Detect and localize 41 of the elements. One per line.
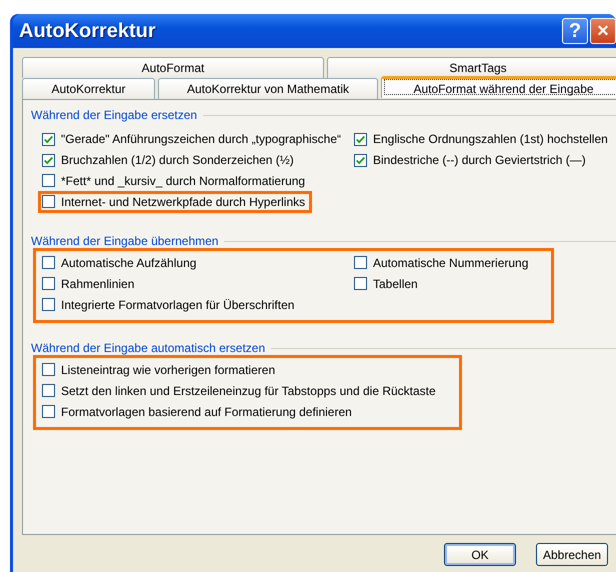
close-button[interactable]: × xyxy=(590,18,616,44)
tab[interactable]: AutoKorrektur xyxy=(22,78,155,99)
checkbox-label: Bindestriche (--) durch Geviertstrich (—) xyxy=(373,153,586,168)
cancel-button[interactable]: Abbrechen xyxy=(536,543,608,566)
group-title: Während der Eingabe ersetzen xyxy=(31,108,198,122)
checkbox[interactable] xyxy=(42,154,55,167)
checkbox-label: Automatische Nummerierung xyxy=(373,256,528,270)
tab[interactable]: AutoFormat während der Eingabe xyxy=(381,76,616,98)
checkbox[interactable] xyxy=(42,405,55,418)
checkbox-label: "Gerade" Anführungszeichen durch „typographische“ xyxy=(61,132,342,146)
checkbox[interactable] xyxy=(354,154,367,167)
checkbox-label: *Fett* und _kursiv_ durch Normalformatierung xyxy=(61,174,306,188)
checkbox-label: Bruchzahlen (1/2) durch Sonderzeichen (½) xyxy=(61,153,294,168)
group-title: Während der Eingabe automatisch ersetzen xyxy=(31,341,266,355)
window-title: AutoKorrektur xyxy=(19,20,156,42)
checkbox-label: Formatvorlagen basierend auf Formatierung definieren xyxy=(61,404,352,419)
checkbox[interactable] xyxy=(42,277,55,290)
tab[interactable]: SmartTags xyxy=(327,57,616,78)
checkbox[interactable] xyxy=(42,132,55,146)
checkbox[interactable] xyxy=(354,132,367,146)
checkbox[interactable] xyxy=(354,277,367,290)
ok-button[interactable]: OK xyxy=(444,543,516,566)
tab[interactable]: AutoFormat xyxy=(22,57,324,78)
checkbox-label: Internet- und Netzwerkpfade durch Hyperlinks xyxy=(61,194,306,209)
checkbox[interactable] xyxy=(42,384,55,398)
checkbox[interactable] xyxy=(354,256,367,270)
checkbox[interactable] xyxy=(42,363,55,376)
checkbox[interactable] xyxy=(42,195,55,208)
checkbox[interactable] xyxy=(42,174,55,188)
checkbox-label: Automatische Aufzählung xyxy=(61,256,196,270)
checkbox-label: Listeneintrag wie vorherigen formatieren xyxy=(61,362,276,377)
tab[interactable]: AutoKorrektur von Mathematik xyxy=(158,78,378,99)
checkbox[interactable] xyxy=(42,298,55,312)
checkbox-label: Englische Ordnungszahlen (1st) hochstellen xyxy=(373,132,608,146)
checkbox-label: Setzt den linken und Erstzeileneinzug für Tabstopps und die Rücktaste xyxy=(61,384,436,398)
help-button[interactable]: ? xyxy=(562,18,588,44)
checkbox-label: Integrierte Formatvorlagen für Überschriften xyxy=(61,298,294,312)
checkbox-label: Tabellen xyxy=(373,276,418,291)
checkbox[interactable] xyxy=(42,256,55,270)
group-title: Während der Eingabe übernehmen xyxy=(31,234,218,248)
checkbox-label: Rahmenlinien xyxy=(61,276,134,291)
